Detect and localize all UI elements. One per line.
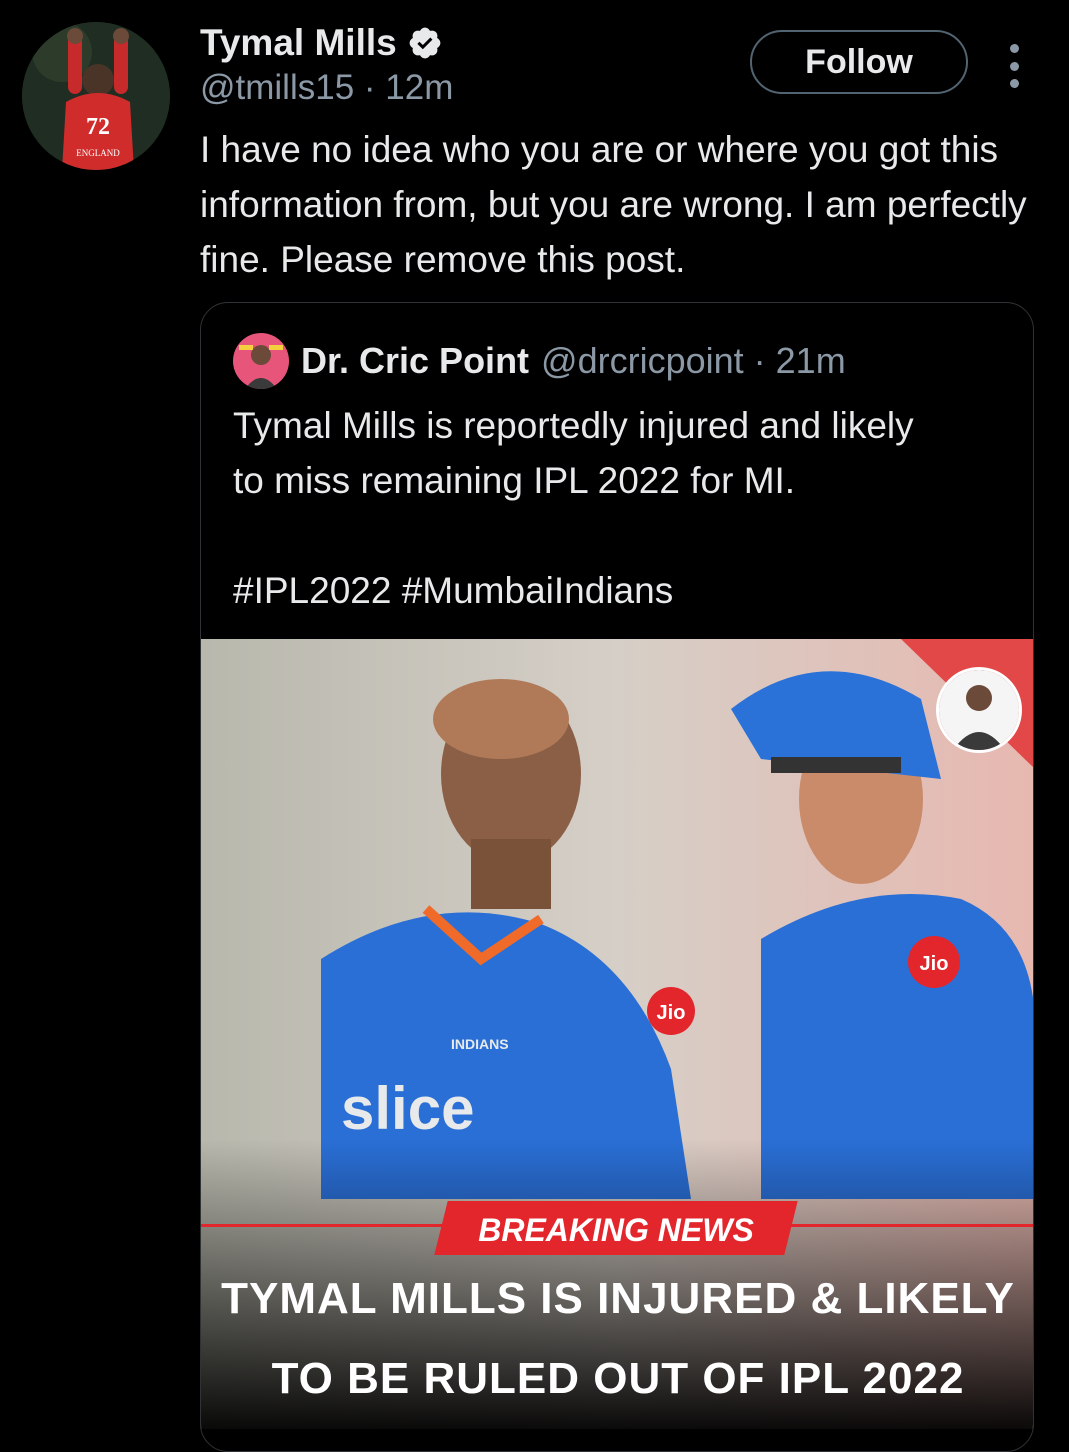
- svg-text:72: 72: [86, 114, 110, 140]
- inset-avatar-image: [936, 667, 1022, 753]
- svg-text:Jio: Jio: [657, 1002, 686, 1024]
- quoted-tweet[interactable]: Dr. Cric Point @drcricpoint · 21m Tymal …: [200, 302, 1034, 1452]
- svg-text:slice: slice: [341, 1075, 474, 1142]
- follow-button[interactable]: Follow: [750, 30, 968, 94]
- verified-badge-icon: [409, 27, 441, 59]
- breaking-news-banner: BREAKING NEWS: [478, 1211, 754, 1248]
- svg-text:INDIANS: INDIANS: [451, 1036, 509, 1052]
- quoted-handle-time: @drcricpoint · 21m: [541, 340, 846, 381]
- author-name[interactable]: Tymal Mills: [200, 22, 397, 64]
- avatar-image: 72 ENGLAND: [22, 22, 170, 170]
- news-headline: TYMAL MILLS IS INJURED & LIKELY TO BE RU…: [221, 1274, 1015, 1403]
- author-avatar[interactable]: 72 ENGLAND: [22, 22, 170, 170]
- quoted-author-avatar[interactable]: [233, 333, 289, 389]
- svg-text:Jio: Jio: [920, 953, 949, 975]
- quoted-text: Tymal Mills is reportedly injured and li…: [233, 405, 914, 611]
- quoted-media-image[interactable]: Jio slice INDIANS Jio BREAKING NEWS TYMA…: [201, 639, 1033, 1429]
- quoted-author-name: Dr. Cric Point: [301, 340, 530, 381]
- quoted-header: Dr. Cric Point @drcricpoint · 21m: [233, 333, 846, 389]
- tweet-header: Tymal Mills @tmills15 · 12m: [200, 22, 453, 108]
- svg-text:ENGLAND: ENGLAND: [76, 148, 120, 158]
- tweet-text: I have no idea who you are or where you …: [200, 129, 1027, 280]
- more-options-icon[interactable]: [1000, 44, 1028, 88]
- author-handle-time[interactable]: @tmills15 · 12m: [200, 68, 453, 108]
